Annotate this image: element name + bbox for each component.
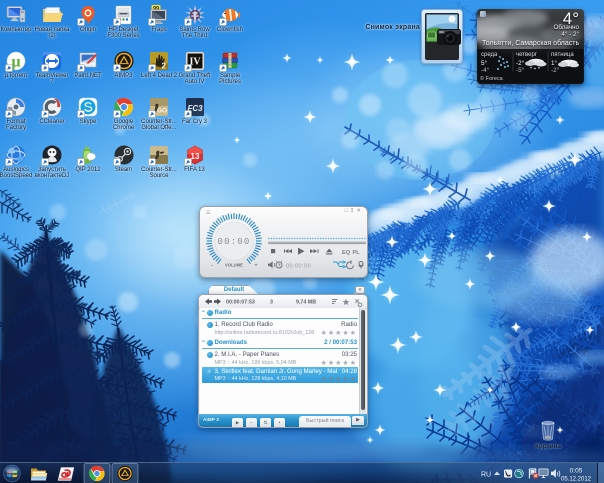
svg-text:3: 3 <box>270 300 273 306</box>
svg-text:EQ: EQ <box>342 250 351 256</box>
svg-text:00:00:07:53: 00:00:07:53 <box>226 300 255 306</box>
svg-text:00:00: 00:00 <box>217 237 250 247</box>
svg-text:00:00:00: 00:00:00 <box>286 263 311 269</box>
svg-text:2: 2 <box>162 61 167 70</box>
svg-text:13: 13 <box>190 152 199 161</box>
svg-text:0:05: 0:05 <box>570 468 583 475</box>
svg-text:µ: µ <box>11 53 20 70</box>
svg-text:GO: GO <box>157 107 167 114</box>
svg-text:9,74 MB: 9,74 MB <box>296 300 316 306</box>
svg-text:RU: RU <box>481 472 491 479</box>
svg-text:PL: PL <box>353 250 361 256</box>
svg-text:VOLUME: VOLUME <box>225 263 243 268</box>
svg-text:+: + <box>254 263 258 269</box>
svg-text:-: - <box>211 263 213 269</box>
svg-text:05.12.2012: 05.12.2012 <box>561 477 592 483</box>
